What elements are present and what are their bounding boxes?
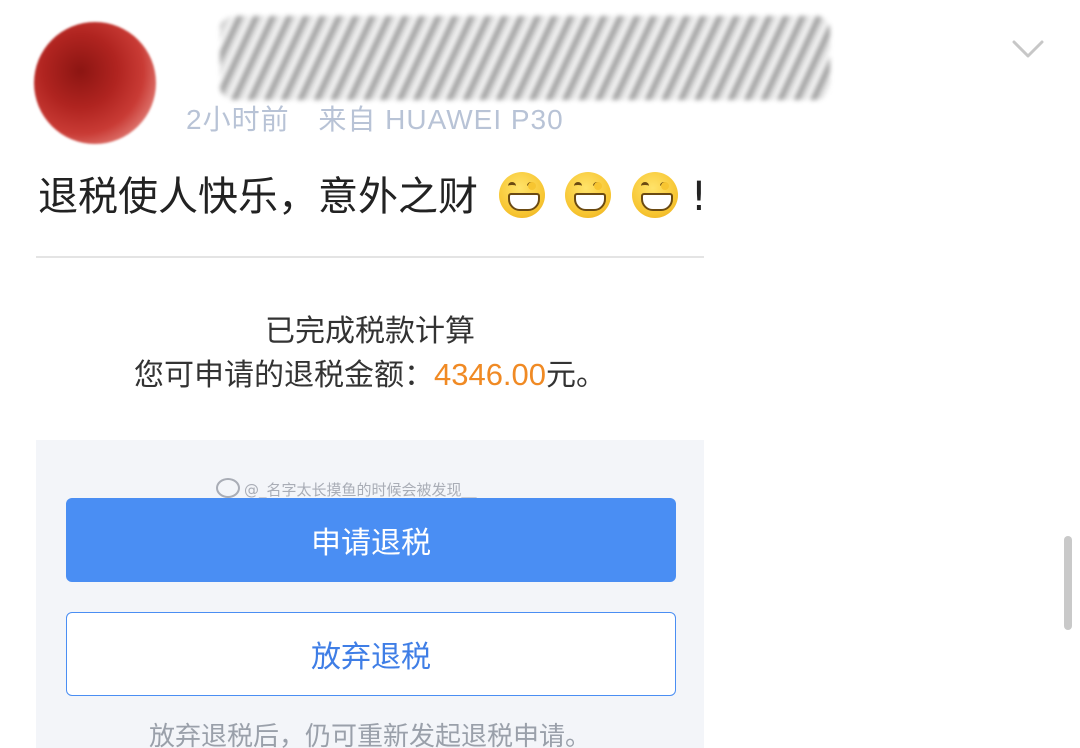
scrollbar[interactable]	[1064, 536, 1072, 630]
post-source: 来自 HUAWEI P30	[318, 104, 564, 135]
refund-amount: 4346.00	[433, 357, 547, 392]
weibo-icon	[216, 478, 240, 498]
footnote: 放弃退税后，仍可重新发起退税申请。	[148, 722, 591, 748]
watermark: @_名字太长摸鱼的时候会被发现__	[216, 478, 477, 500]
refund-unit: 元。	[546, 358, 607, 393]
abandon-refund-button[interactable]: 放弃退税	[66, 612, 676, 696]
refund-line: 您可申请的退税金额：4346.00元。	[36, 350, 704, 394]
post-text-suffix: !	[690, 174, 707, 220]
post-text: 退税使人快乐，意外之财 !	[38, 164, 707, 222]
grin-emoji-icon	[632, 172, 679, 218]
redacted-username[interactable]	[220, 16, 830, 100]
calc-status: 已完成税款计算	[265, 314, 475, 349]
post-meta: 2小时前 来自 HUAWEI P30	[186, 98, 584, 138]
chevron-down-icon[interactable]	[1012, 38, 1044, 60]
divider	[36, 256, 704, 258]
grin-emoji-icon	[498, 172, 545, 218]
watermark-text: @_名字太长摸鱼的时候会被发现__	[244, 481, 477, 499]
post-time: 2小时前	[186, 104, 290, 135]
post-text-body: 退税使人快乐，意外之财	[38, 174, 478, 220]
grin-emoji-icon	[565, 172, 612, 218]
avatar[interactable]	[34, 22, 156, 144]
apply-refund-button[interactable]: 申请退税	[66, 498, 676, 582]
refund-label: 您可申请的退税金额：	[133, 358, 434, 393]
